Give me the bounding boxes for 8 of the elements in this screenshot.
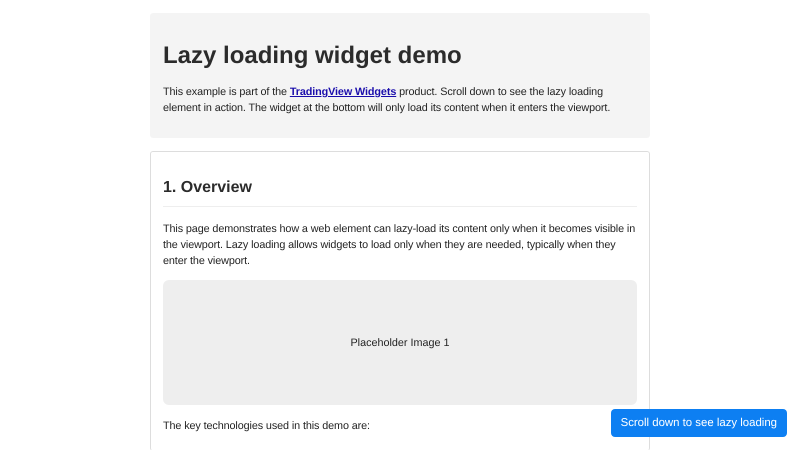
scroll-down-button[interactable]: Scroll down to see lazy loading [610,409,787,437]
page-title: Lazy loading widget demo [163,41,463,71]
overview-paragraph: This page demonstrates how a web element can lazy-load its content only when it becomes visible in the viewport. Lazy loading allows widgets to load only when they are needed, typically when they enter the viewport. [163,222,636,269]
intro-paragraph: This example is part of the TradingView Widgets product. Scroll down to see the lazy loading element in action. The widget at the bottom will only load its content when it enters the viewport. [163,85,612,116]
product-link[interactable]: TradingView Widgets [290,86,396,98]
placeholder-label: Placeholder Image 1 [350,336,450,348]
technologies-intro: The key technologies used in this demo are: [163,419,370,434]
section-heading: 1. Overview [163,178,637,207]
